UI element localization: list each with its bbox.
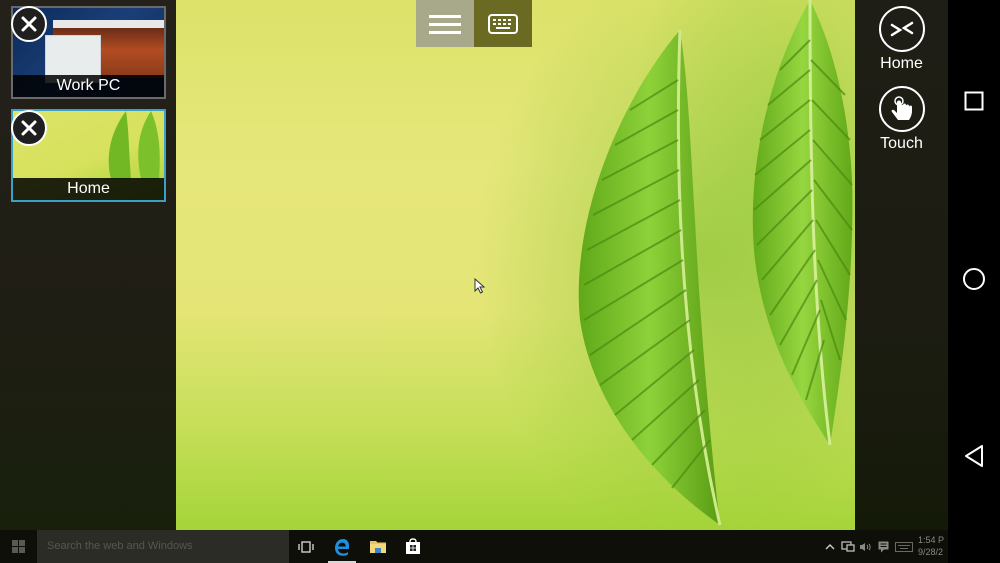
menu-button[interactable] bbox=[416, 0, 474, 47]
touch-hand-icon bbox=[891, 96, 912, 120]
touch-button[interactable]: Touch bbox=[855, 86, 948, 153]
home-circle-icon bbox=[963, 268, 985, 290]
edge-icon bbox=[335, 538, 349, 556]
action-center-icon bbox=[878, 541, 888, 552]
action-center-button[interactable] bbox=[876, 530, 890, 563]
keyboard-icon bbox=[895, 541, 913, 552]
task-view-button[interactable] bbox=[288, 530, 324, 563]
task-view-icon bbox=[298, 540, 314, 553]
close-session-work-pc-button[interactable] bbox=[11, 6, 47, 42]
touch-keyboard-tray-button[interactable] bbox=[893, 530, 915, 563]
home-button[interactable]: Home bbox=[855, 6, 948, 73]
store-button[interactable] bbox=[395, 530, 431, 563]
hamburger-menu-icon bbox=[429, 14, 461, 34]
taskbar-search-input[interactable] bbox=[37, 530, 289, 563]
android-navigation-bar bbox=[948, 0, 1000, 563]
keyboard-button[interactable] bbox=[474, 0, 532, 47]
remote-toolbar bbox=[416, 0, 532, 47]
clock-date: 9/28/2 bbox=[918, 547, 944, 557]
network-tray-button[interactable] bbox=[840, 530, 856, 563]
network-icon bbox=[841, 540, 855, 552]
show-hidden-icons-button[interactable] bbox=[823, 530, 837, 563]
windows-taskbar: 1:54 P 9/28/2 bbox=[0, 530, 948, 563]
session-label: Home bbox=[13, 178, 164, 200]
keyboard-icon bbox=[488, 13, 518, 34]
close-icon bbox=[21, 120, 37, 136]
remote-desktop-icon bbox=[890, 21, 913, 37]
folder-icon bbox=[370, 541, 386, 553]
recents-button[interactable] bbox=[959, 86, 989, 116]
file-explorer-button[interactable] bbox=[360, 530, 396, 563]
leaf-image-left bbox=[578, 29, 722, 526]
close-session-home-button[interactable] bbox=[11, 110, 47, 146]
touch-button-label: Touch bbox=[880, 135, 923, 152]
back-triangle-icon bbox=[965, 445, 983, 467]
taskbar-clock[interactable]: 1:54 P 9/28/2 bbox=[918, 534, 944, 558]
session-label: Work PC bbox=[13, 75, 164, 97]
store-bag-icon bbox=[406, 538, 420, 554]
chevron-up-icon bbox=[825, 543, 835, 549]
thumbnail-leaf-image bbox=[108, 111, 160, 179]
volume-tray-button[interactable] bbox=[858, 530, 874, 563]
recents-square-icon bbox=[964, 91, 984, 111]
android-home-button[interactable] bbox=[959, 264, 989, 294]
leaf-image-right bbox=[752, 0, 853, 446]
clock-time: 1:54 P bbox=[918, 535, 945, 545]
close-icon bbox=[21, 16, 37, 32]
edge-button[interactable] bbox=[324, 530, 360, 563]
back-button[interactable] bbox=[959, 441, 989, 471]
sessions-panel: Work PC Home bbox=[0, 0, 176, 530]
volume-icon bbox=[860, 542, 871, 551]
windows-logo-icon bbox=[12, 540, 25, 553]
right-side-panel: Home Touch bbox=[855, 0, 948, 530]
start-button[interactable] bbox=[0, 530, 37, 563]
home-button-label: Home bbox=[880, 55, 923, 72]
mouse-cursor-icon bbox=[474, 278, 486, 294]
